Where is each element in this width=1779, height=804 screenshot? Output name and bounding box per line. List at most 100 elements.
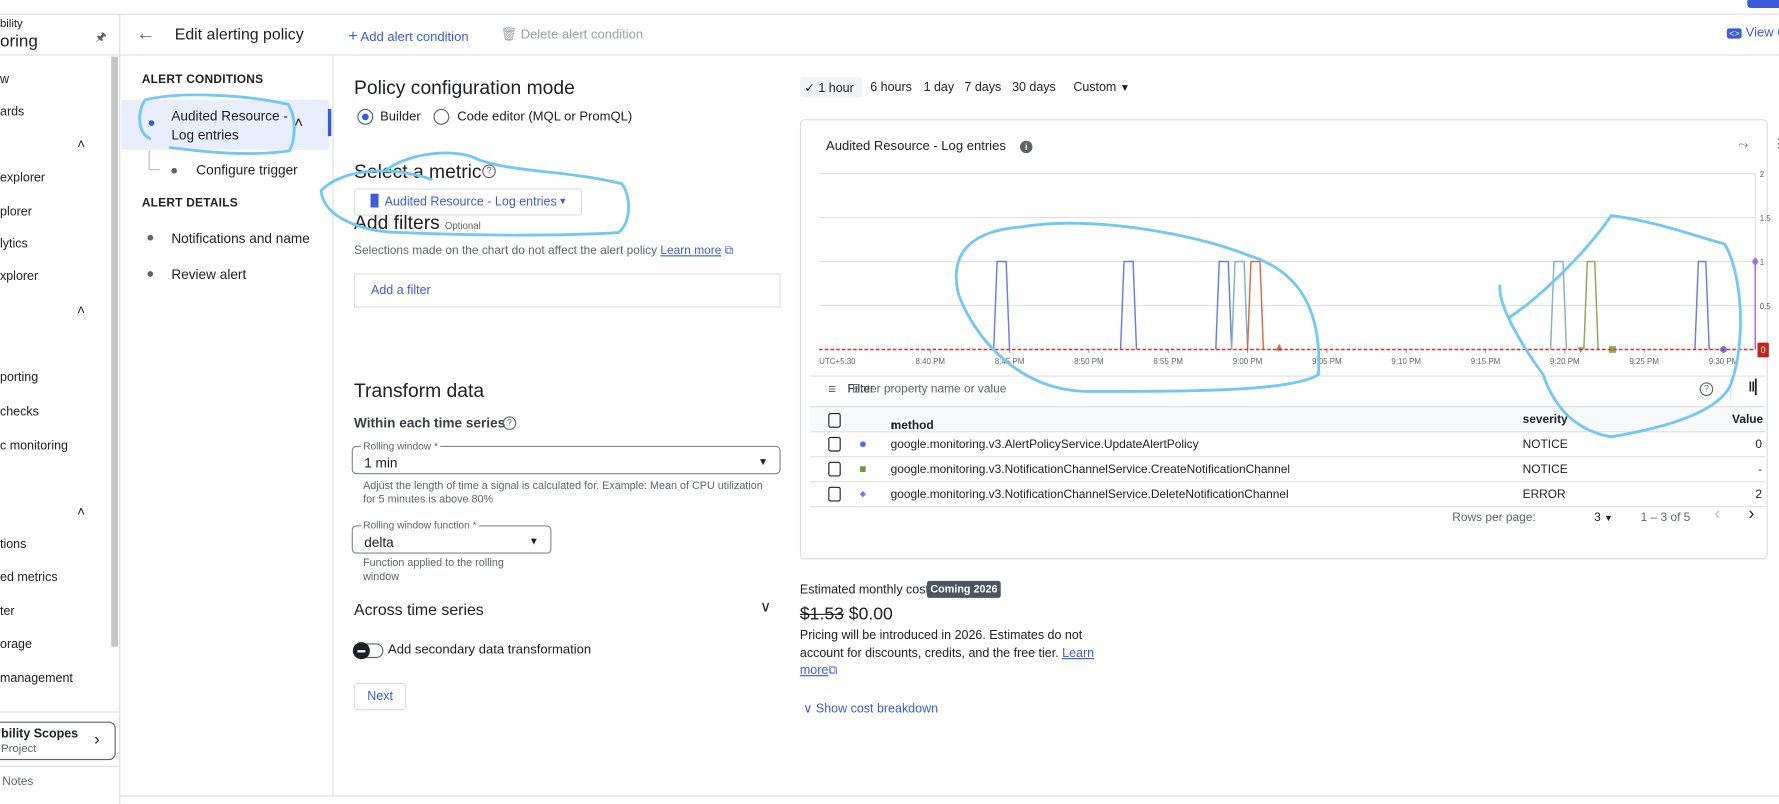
nav-item[interactable]: checks [0, 405, 39, 419]
row-checkbox[interactable] [828, 486, 841, 502]
price: $1.53 $0.00 [800, 605, 893, 625]
column-value[interactable]: Value [1732, 413, 1763, 427]
help-icon[interactable]: ? [482, 164, 496, 179]
chevron-up-icon[interactable]: ˄ [77, 504, 85, 520]
rows-per-page-select[interactable]: 3 ▼ [1594, 511, 1613, 525]
panel-border [332, 55, 334, 796]
builder-label[interactable]: Builder [380, 110, 421, 124]
prev-page-icon[interactable]: ‹ [1714, 505, 1720, 525]
chart-title: Audited Resource - Log entries [825, 139, 1006, 154]
help-icon[interactable]: ? [502, 416, 517, 431]
external-link-icon: ⧉ [721, 243, 734, 258]
custom-label: Custom [1073, 80, 1117, 95]
view-code-label: View C [1745, 26, 1779, 40]
alert-conditions-heading: ALERT CONDITIONS [141, 72, 264, 87]
x-tick-label: 8:55 PM [1153, 357, 1183, 366]
step-notifications[interactable]: Notifications and name [171, 230, 310, 246]
show-cost-breakdown-button[interactable]: ∨ Show cost breakdown [803, 701, 938, 716]
row-checkbox[interactable] [828, 461, 841, 477]
table-row[interactable]: google.monitoring.v3.NotificationChannel… [810, 457, 1766, 483]
explore-chart-icon[interactable]: ⤳ [1738, 138, 1748, 153]
nav-item[interactable]: w [0, 73, 9, 87]
chart-plot[interactable]: 2 1.5 1 0.5 0 UTC+5:30 8:40 PM 8:45 PM 8:50 PM 8:… [800, 159, 1779, 375]
nav-border [119, 13, 121, 804]
time-range-6-hours[interactable]: 6 hours [870, 81, 912, 95]
column-picker-icon[interactable]: ‖▏ [1748, 379, 1765, 395]
view-code-button[interactable]: <> View C [1726, 26, 1779, 40]
nav-item[interactable]: c monitoring [0, 439, 68, 453]
chevron-down-icon[interactable]: ∨ [760, 598, 771, 616]
filters-description: Selections made on the chart do not affe… [354, 244, 733, 259]
external-link-icon: ⧉ [828, 663, 838, 678]
time-range-1-day[interactable]: 1 day [924, 81, 955, 95]
time-range-1-hour[interactable]: ✓ 1 hour [799, 77, 863, 98]
nav-item[interactable]: xplorer [0, 270, 38, 284]
nav-item[interactable]: ter [0, 605, 15, 619]
notes-link[interactable]: Notes [2, 775, 33, 789]
chevron-up-icon[interactable]: ˄ [77, 302, 85, 318]
table-row[interactable]: google.monitoring.v3.NotificationChannel… [810, 482, 1766, 508]
nav-item[interactable]: lytics [0, 237, 28, 251]
code-editor-radio[interactable] [433, 108, 450, 125]
column-severity[interactable]: severity [1523, 413, 1568, 427]
time-range-30-days[interactable]: 30 days [1012, 81, 1056, 95]
step-label-2: Log entries [171, 127, 239, 143]
delete-alert-condition-button: 🗑 Delete alert condition [500, 26, 643, 42]
add-filter-box[interactable]: Add a filter [353, 273, 781, 308]
nav-scrollbar[interactable] [111, 56, 118, 647]
step-review[interactable]: Review alert [171, 267, 246, 283]
transform-data-title: Transform data [353, 380, 485, 402]
rolling-function-select[interactable]: Rolling window function * delta ▼ [351, 519, 552, 554]
nav-item[interactable]: tions [0, 538, 26, 552]
rolling-window-value: 1 min [364, 454, 398, 471]
chevron-up-icon[interactable]: ˄ [294, 113, 303, 131]
filter-input[interactable]: Enter property name or value [852, 382, 1006, 396]
y-tick-label: 0.5 [1760, 302, 1772, 311]
nav-item[interactable]: plorer [0, 205, 32, 219]
nav-item[interactable]: ards [0, 106, 24, 120]
nav-divider [0, 765, 120, 767]
step-audited-resource[interactable]: Audited Resource - Log entries ˄ [121, 99, 330, 150]
more-options-icon[interactable]: ⋮ [1772, 136, 1779, 151]
scopes-button[interactable]: bility Scopes Project › [0, 721, 116, 761]
nav-item[interactable]: porting [0, 371, 38, 385]
rolling-window-select[interactable]: Rolling window * 1 min ▼ [351, 440, 781, 475]
pin-icon[interactable]: 🖈 [95, 27, 107, 49]
learn-more-link[interactable]: Learn more [660, 244, 721, 258]
bottom-border [119, 795, 1779, 797]
time-range-custom[interactable]: Custom ▼ [1073, 81, 1130, 95]
next-label: Next [367, 689, 393, 704]
code-editor-label[interactable]: Code editor (MQL or PromQL) [457, 110, 632, 124]
nav-item[interactable]: ed metrics [0, 571, 58, 585]
next-button[interactable]: Next [353, 683, 407, 711]
dropdown-arrow-icon: ▼ [1604, 512, 1614, 524]
top-action-button[interactable] [1747, 0, 1779, 8]
add-alert-condition-button[interactable]: + Add alert condition [348, 26, 468, 44]
next-page-icon[interactable]: › [1748, 505, 1754, 525]
back-arrow-icon[interactable]: ← [136, 23, 155, 46]
help-icon[interactable]: ? [1699, 382, 1714, 396]
table-row[interactable]: google.monitoring.v3.AlertPolicyService.… [810, 432, 1766, 458]
scopes-sub: Project [1, 743, 37, 756]
threshold-badge-label: 0 [1761, 345, 1766, 355]
secondary-transform-toggle[interactable] [352, 642, 384, 660]
filters-desc: Selections made on the chart do not affe… [353, 243, 658, 258]
add-filter-link[interactable]: Add a filter [371, 284, 431, 298]
x-tick-label: 9:00 PM [1233, 357, 1263, 366]
x-tick-label: 9:05 PM [1312, 357, 1342, 366]
info-icon[interactable]: i [1020, 140, 1033, 154]
select-all-checkbox[interactable] [828, 412, 841, 428]
nav-item[interactable]: explorer [0, 171, 45, 185]
step-label-1: Audited Resource - [171, 107, 288, 124]
time-range-7-days[interactable]: 7 days [964, 81, 1001, 95]
step-configure-trigger[interactable]: Configure trigger [196, 162, 297, 178]
nav-item[interactable]: orage [0, 638, 32, 652]
builder-radio[interactable] [357, 108, 374, 125]
nav-item[interactable]: management [0, 672, 73, 686]
dropdown-arrow-icon: ▼ [558, 196, 568, 207]
chevron-up-icon[interactable]: ˄ [77, 136, 85, 152]
metric-value: Audited Resource - Log entries [384, 195, 557, 209]
row-checkbox[interactable] [828, 436, 841, 452]
learn-text: Learn [1062, 646, 1095, 660]
pricing-text: Pricing will be introduced in 2026. Esti… [799, 628, 1083, 660]
